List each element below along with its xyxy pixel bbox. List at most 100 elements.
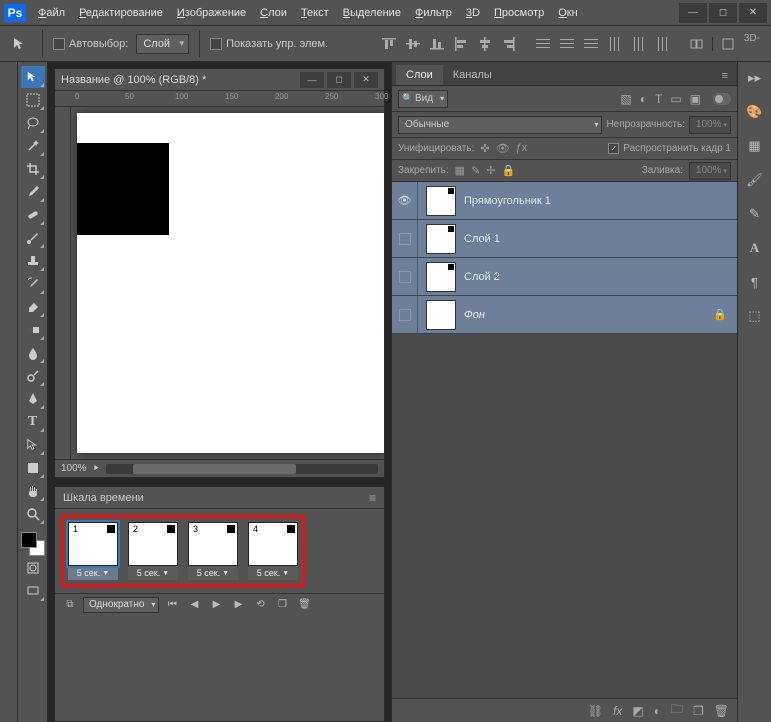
layer-thumbnail[interactable]: [426, 300, 456, 330]
align-bottom-icon[interactable]: [426, 33, 448, 55]
shape-tool[interactable]: [21, 457, 45, 479]
delete-layer-icon[interactable]: 🗑: [714, 704, 729, 718]
menu-image[interactable]: Изображение: [171, 4, 252, 22]
align-vcenter-icon[interactable]: [402, 33, 424, 55]
path-select-tool[interactable]: [21, 434, 45, 456]
character-panel-icon[interactable]: A: [745, 238, 765, 258]
horizontal-scrollbar[interactable]: [106, 464, 378, 474]
left-expand-strip[interactable]: [0, 62, 18, 722]
ruler-horizontal[interactable]: 0 50 100 150 200 250 300: [55, 91, 384, 107]
paragraph-panel-icon[interactable]: ¶: [745, 272, 765, 292]
align-hcenter-icon[interactable]: [474, 33, 496, 55]
menu-layers[interactable]: Слои: [254, 4, 293, 22]
first-frame-button[interactable]: ⏮: [163, 597, 181, 613]
menu-file[interactable]: Файл: [32, 4, 71, 22]
layer-row[interactable]: Фон 🔒: [392, 296, 737, 334]
pen-tool[interactable]: [21, 388, 45, 410]
gradient-tool[interactable]: [21, 319, 45, 341]
fill-input[interactable]: 100%▾: [689, 162, 731, 180]
filter-adjust-icon[interactable]: ◐: [640, 92, 647, 106]
layer-name[interactable]: Слой 2: [464, 271, 500, 283]
magic-wand-tool[interactable]: [21, 135, 45, 157]
canvas[interactable]: [71, 107, 384, 459]
frame-delay[interactable]: 5 сек.▼: [68, 566, 118, 580]
distribute-top-icon[interactable]: [532, 33, 554, 55]
delete-frame-button[interactable]: 🗑: [295, 597, 313, 613]
layer-name[interactable]: Фон: [464, 309, 485, 321]
propagate-checkbox[interactable]: ✓ Распространить кадр 1: [608, 143, 731, 154]
maximize-button[interactable]: ◻: [709, 3, 737, 23]
layer-row[interactable]: Слой 2: [392, 258, 737, 296]
dodge-tool[interactable]: [21, 365, 45, 387]
lasso-tool[interactable]: [21, 112, 45, 134]
lock-move-icon[interactable]: ✢: [486, 164, 495, 177]
layer-mask-icon[interactable]: ◩: [632, 704, 643, 718]
document-titlebar[interactable]: Название @ 100% (RGB/8) * — ◻ ✕: [55, 69, 384, 91]
layer-name[interactable]: Слой 1: [464, 233, 500, 245]
timeline-header[interactable]: Шкала времени ≡: [55, 487, 384, 509]
stamp-tool[interactable]: [21, 250, 45, 272]
frame-delay[interactable]: 5 сек.▼: [248, 566, 298, 580]
zoom-level[interactable]: 100%: [61, 463, 87, 474]
filter-shape-icon[interactable]: ▭: [670, 92, 681, 106]
history-panel-icon[interactable]: ▸▸: [745, 68, 765, 88]
color-swatches[interactable]: [21, 532, 45, 556]
hand-tool[interactable]: [21, 480, 45, 502]
align-top-icon[interactable]: [378, 33, 400, 55]
frame-1[interactable]: 1 5 сек.▼: [68, 522, 118, 580]
layer-thumbnail[interactable]: [426, 262, 456, 292]
visibility-toggle[interactable]: [392, 220, 418, 257]
menu-view[interactable]: Просмотр: [488, 4, 550, 22]
eraser-tool[interactable]: [21, 296, 45, 318]
layer-name[interactable]: Прямоугольник 1: [464, 195, 551, 207]
adjustment-layer-icon[interactable]: ◐: [654, 704, 661, 718]
panel-menu-icon[interactable]: ≡: [369, 491, 376, 505]
filter-type-icon[interactable]: T: [655, 92, 662, 106]
distribute-vcenter-icon[interactable]: [556, 33, 578, 55]
minimize-button[interactable]: —: [679, 3, 707, 23]
brushes-panel-icon[interactable]: 🖌: [745, 170, 765, 190]
blend-mode-combo[interactable]: Обычные: [398, 116, 602, 134]
lock-pixels-icon[interactable]: ▦: [455, 164, 465, 177]
unify-visibility-icon[interactable]: 👁: [496, 142, 510, 155]
doc-minimize-button[interactable]: —: [300, 72, 324, 88]
tween-button[interactable]: ⟲: [251, 597, 269, 613]
autoselect-combo[interactable]: Слой: [136, 34, 189, 54]
move-tool[interactable]: [21, 66, 45, 88]
crop-tool[interactable]: [21, 158, 45, 180]
tab-channels[interactable]: Каналы: [443, 65, 502, 85]
rectangle-shape[interactable]: [77, 143, 169, 235]
play-button[interactable]: ▶: [207, 597, 225, 613]
color-panel-icon[interactable]: 🎨: [745, 102, 765, 122]
layer-row[interactable]: 👁 Прямоугольник 1: [392, 182, 737, 220]
eyedropper-tool[interactable]: [21, 181, 45, 203]
visibility-toggle[interactable]: [392, 296, 418, 333]
auto-align-icon[interactable]: [686, 33, 708, 55]
filter-kind-combo[interactable]: Вид: [398, 90, 448, 108]
frame-3[interactable]: 3 5 сек.▼: [188, 522, 238, 580]
menu-edit[interactable]: Редактирование: [73, 4, 169, 22]
distribute-right-icon[interactable]: [652, 33, 674, 55]
show-transform-checkbox[interactable]: Показать упр. элем.: [210, 38, 328, 50]
filter-toggle[interactable]: [713, 93, 731, 105]
next-frame-button[interactable]: ▶: [229, 597, 247, 613]
distribute-hcenter-icon[interactable]: [628, 33, 650, 55]
history-brush-tool[interactable]: [21, 273, 45, 295]
frame-delay[interactable]: 5 сек.▼: [188, 566, 238, 580]
menu-window[interactable]: Окн: [552, 4, 583, 22]
menu-3d[interactable]: 3D: [460, 4, 486, 22]
filter-smart-icon[interactable]: ▣: [690, 92, 701, 106]
marquee-tool[interactable]: [21, 89, 45, 111]
filter-pixel-icon[interactable]: ▧: [620, 92, 631, 106]
frame-2[interactable]: 2 5 сек.▼: [128, 522, 178, 580]
swatches-panel-icon[interactable]: ▦: [745, 136, 765, 156]
brush-tool[interactable]: [21, 227, 45, 249]
timeline-convert-icon[interactable]: ⧉: [61, 597, 79, 613]
loop-combo[interactable]: Однократно: [83, 597, 159, 613]
frame-4[interactable]: 4 5 сек.▼: [248, 522, 298, 580]
unify-position-icon[interactable]: ✜: [480, 142, 489, 155]
doc-maximize-button[interactable]: ◻: [327, 72, 351, 88]
menu-text[interactable]: Текст: [295, 4, 335, 22]
new-layer-icon[interactable]: ❐: [693, 704, 704, 718]
frame-delay[interactable]: 5 сек.▼: [128, 566, 178, 580]
